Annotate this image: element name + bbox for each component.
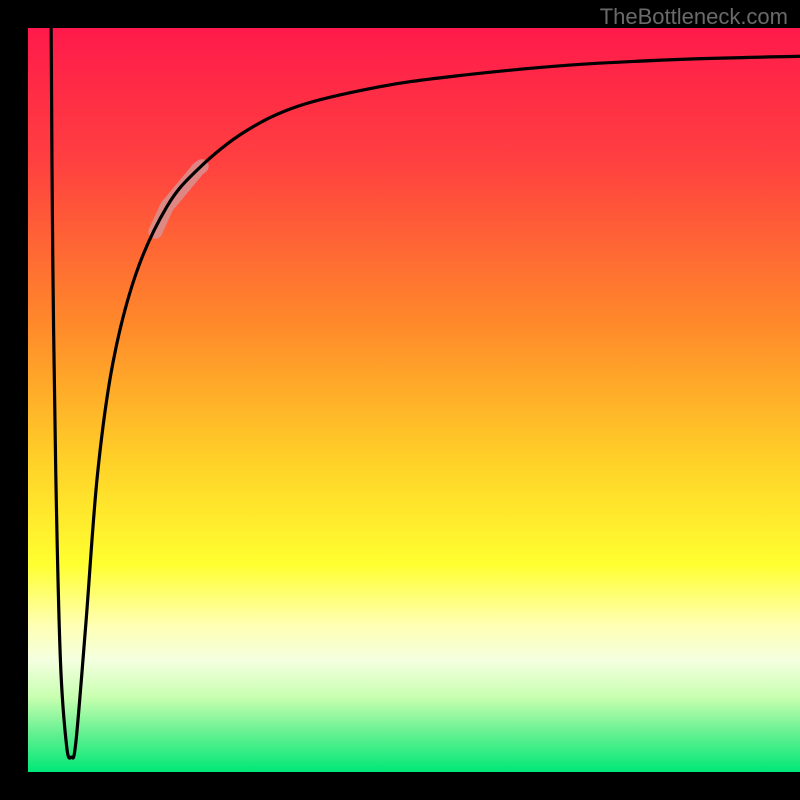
plot-gradient-background: [28, 28, 800, 772]
watermark-text: TheBottleneck.com: [600, 4, 788, 30]
chart-container: TheBottleneck.com: [0, 0, 800, 800]
bottleneck-chart: [0, 0, 800, 800]
